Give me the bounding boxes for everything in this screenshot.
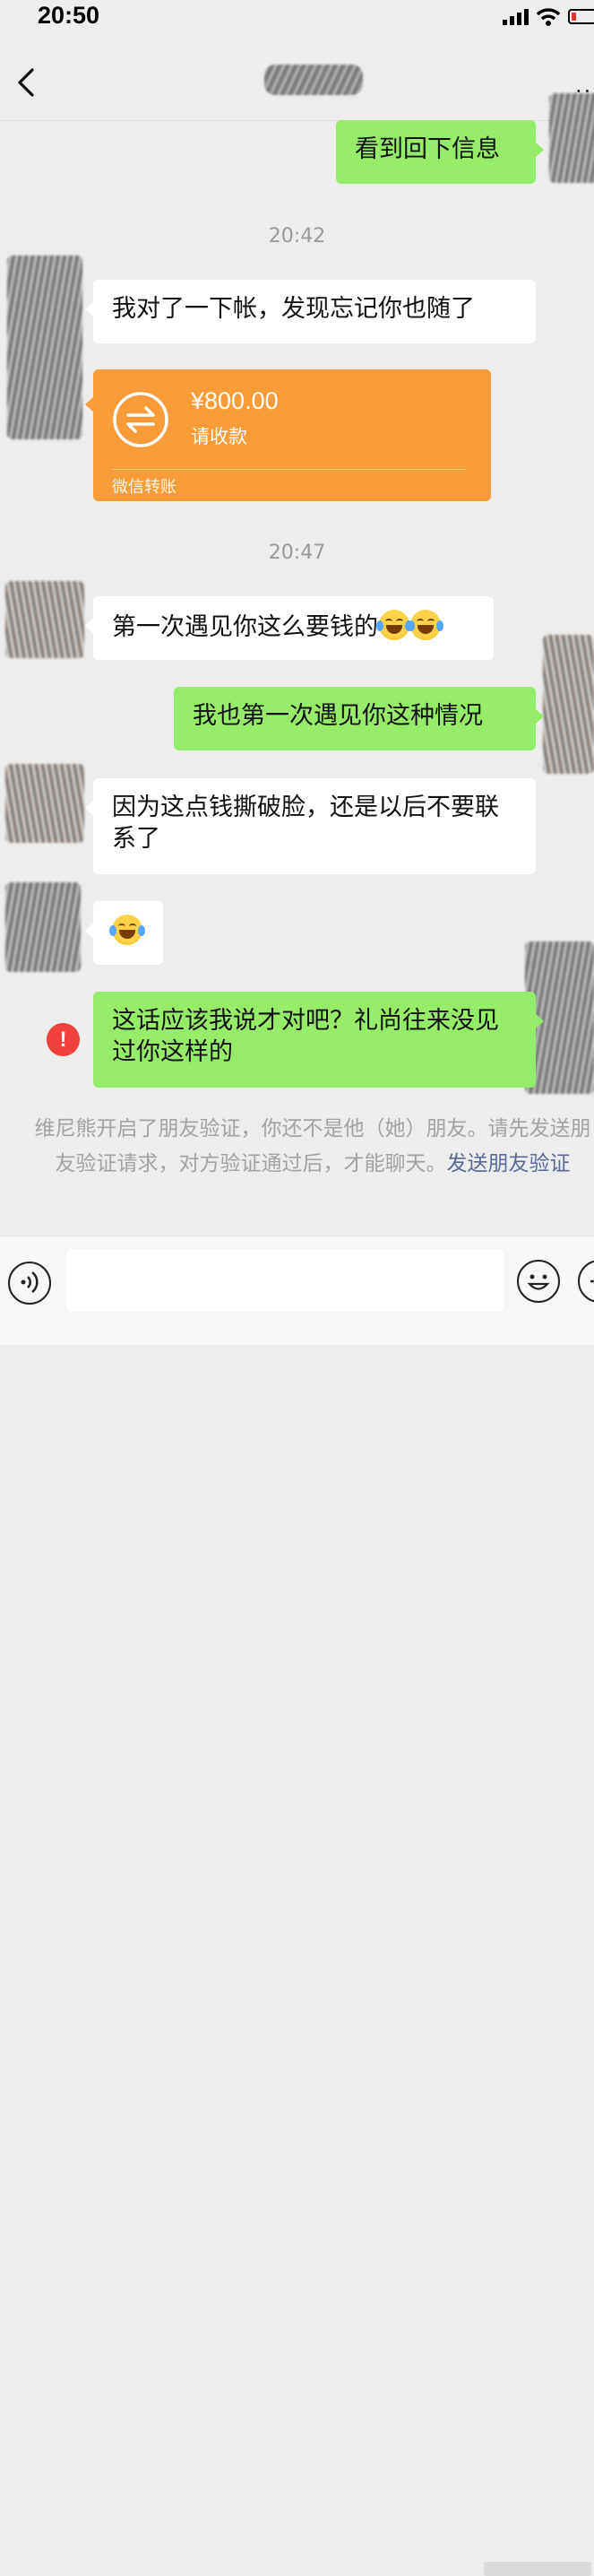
incoming-message[interactable] [85,901,163,965]
message-text: 我也第一次遇见你这种情况 [193,702,483,730]
grin-tears-emoji [376,610,412,640]
transfer-arrows-icon [113,392,168,447]
outgoing-message[interactable]: 看到回下信息 [336,120,544,184]
watermark [484,2562,591,2576]
outgoing-message[interactable]: 我也第一次遇见你这种情况 [174,687,544,750]
wifi-icon [536,8,561,26]
battery-icon [568,9,594,24]
message-input[interactable] [66,1249,504,1312]
incoming-message[interactable]: 第一次遇见你这么要钱的 [85,596,494,660]
transfer-status: 请收款 [191,426,247,447]
back-chevron-icon[interactable] [11,66,43,99]
emoji-icon[interactable] [517,1260,560,1303]
message-text: 因为这点钱撕破脸，还是以后不要联系了 [112,794,499,853]
grin-tears-emoji [408,610,443,640]
timestamp: 20:42 [268,225,326,247]
message-text: 我对了一下帐，发现忘记你也随了 [112,295,475,323]
outgoing-message[interactable]: 这话应该我说才对吧？礼尚往来没见过你这样的 [93,992,544,1088]
transfer-amount: ¥800.00 [191,387,279,414]
chat-header: ·· [0,36,594,121]
my-avatar[interactable] [543,635,594,774]
contact-avatar[interactable] [7,256,82,439]
grin-tears-emoji [109,915,145,945]
contact-avatar[interactable] [5,764,84,843]
system-notice: 维尼熊开启了朋友验证，你还不是他（她）朋友。请先发送朋友验证请求，对方验证通过后… [32,1112,593,1182]
timestamp: 20:47 [268,542,326,564]
transfer-divider [112,469,466,470]
incoming-message[interactable]: 我对了一下帐，发现忘记你也随了 [85,280,536,343]
message-text: 看到回下信息 [355,135,500,163]
error-icon[interactable]: ! [47,1023,80,1056]
contact-avatar[interactable] [5,882,81,972]
message-text: 这话应该我说才对吧？礼尚往来没见过你这样的 [112,1007,499,1066]
message-text: 第一次遇见你这么要钱的 [112,613,378,641]
contact-avatar[interactable] [5,581,84,658]
status-time: 20:50 [38,2,100,29]
transfer-footer: 微信转账 [112,478,176,497]
plus-icon[interactable] [578,1260,594,1303]
voice-icon[interactable] [8,1262,51,1305]
signal-icon [503,9,529,25]
transfer-card[interactable]: ¥800.00 请收款 微信转账 [85,369,491,501]
status-bar: 20:50 [0,0,594,36]
my-avatar[interactable] [549,93,594,183]
send-verification-link[interactable]: 发送朋友验证 [447,1152,571,1175]
incoming-message[interactable]: 因为这点钱撕破脸，还是以后不要联系了 [85,778,536,874]
contact-name-redacted [264,65,363,95]
input-bar [0,1236,594,2576]
